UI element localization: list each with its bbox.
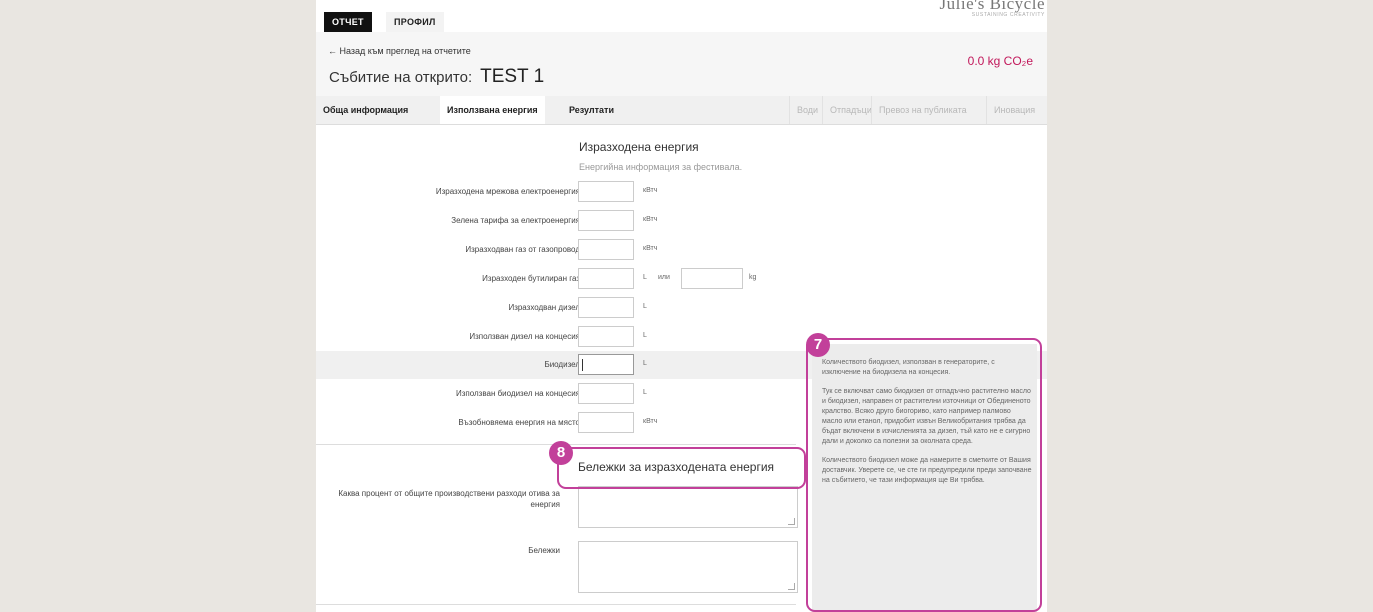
form-row-diesel: Изразходван дизел L: [316, 294, 1047, 324]
tab-innovation: Иновация: [986, 96, 1042, 124]
unit-label: кВтч: [643, 418, 658, 425]
event-type-label: Събитие на открито:: [329, 69, 473, 86]
unit-label: L: [643, 274, 647, 281]
tab-general-info[interactable]: Обща информация: [316, 96, 415, 124]
callout-help-panel: [806, 338, 1042, 612]
page-title: Събитие на открито: TEST 1: [329, 66, 544, 88]
field-label: Използван биодизел на концесия: [455, 389, 580, 398]
field-label: Възобновяема енергия на място: [458, 418, 580, 427]
concession-biodiesel-input[interactable]: [578, 383, 634, 404]
callout-notes-title: [557, 447, 806, 489]
co2-total: 0.0 kg CO₂e: [967, 54, 1033, 68]
form-row-bottled-gas: Изразходен бутилиран газ L или kg: [316, 265, 1047, 295]
energy-percent-label: Каква процент от общите производствени р…: [338, 489, 560, 509]
field-label: Зелена тарифа за електроенергия: [451, 216, 580, 225]
form-row-green-tariff: Зелена тарифа за електроенергия кВтч: [316, 207, 1047, 237]
mains-gas-input[interactable]: [578, 239, 634, 260]
or-label: или: [658, 274, 670, 281]
brand-logo: Julie's Bicycle SUSTAINING CREATIVITY: [940, 0, 1045, 18]
field-label: Изразходена мрежова електроенергия: [435, 187, 580, 196]
diesel-input[interactable]: [578, 297, 634, 318]
unit-label: кВтч: [643, 245, 658, 252]
notes-label: Бележки: [528, 546, 560, 555]
field-label: Изразходван газ от газопровод: [465, 245, 580, 254]
page-header: ← Назад към преглед на отчетите Събитие …: [316, 32, 1047, 96]
text-caret: [582, 359, 583, 371]
back-to-reports-link[interactable]: ← Назад към преглед на отчетите: [328, 46, 471, 56]
bottled-gas-litres-input[interactable]: [578, 268, 634, 289]
unit-label: L: [643, 332, 647, 339]
top-bar: ОТЧЕТ ПРОФИЛ Julie's Bicycle SUSTAINING …: [316, 0, 1047, 32]
field-label: Биодизел: [544, 360, 580, 369]
unit-label: кВтч: [643, 216, 658, 223]
unit-label: L: [643, 389, 647, 396]
resize-handle[interactable]: [788, 583, 795, 590]
field-label: Използван дизел на концесия: [469, 332, 580, 341]
tab-report[interactable]: ОТЧЕТ: [324, 12, 372, 32]
tab-profile[interactable]: ПРОФИЛ: [386, 12, 444, 32]
form-row-mains-gas: Изразходван газ от газопровод кВтч: [316, 236, 1047, 266]
onsite-renewables-input[interactable]: [578, 412, 634, 433]
callout-badge-7: 7: [806, 333, 830, 357]
tab-audience-travel: Превоз на публиката: [871, 96, 974, 124]
grid-electricity-input[interactable]: [578, 181, 634, 202]
event-name: TEST 1: [480, 66, 545, 87]
tab-water: Води: [789, 96, 825, 124]
section-subtitle: Енергийна информация за фестивала.: [579, 162, 743, 172]
tab-results[interactable]: Резултати: [562, 96, 621, 124]
section-title: Изразходена енергия: [579, 140, 699, 154]
concession-diesel-input[interactable]: [578, 326, 634, 347]
form-row-grid-electricity: Изразходена мрежова електроенергия кВтч: [316, 178, 1047, 208]
resize-handle[interactable]: [788, 518, 795, 525]
energy-percent-textarea[interactable]: [578, 486, 798, 528]
unit-label: L: [643, 303, 647, 310]
bottled-gas-kg-input[interactable]: [681, 268, 743, 289]
callout-badge-8: 8: [549, 441, 573, 465]
notes-textarea[interactable]: [578, 541, 798, 593]
field-label: Изразходван дизел: [508, 303, 580, 312]
unit-label: кВтч: [643, 187, 658, 194]
biodiesel-input[interactable]: [578, 354, 634, 375]
green-tariff-input[interactable]: [578, 210, 634, 231]
section-tabs: Обща информация Използвана енергия Резул…: [316, 96, 1047, 125]
bottom-divider: [316, 604, 796, 605]
unit-label-kg: kg: [749, 274, 757, 281]
tab-energy-used[interactable]: Използвана енергия: [440, 96, 545, 124]
field-label: Изразходен бутилиран газ: [482, 274, 580, 283]
unit-label: L: [643, 360, 647, 367]
